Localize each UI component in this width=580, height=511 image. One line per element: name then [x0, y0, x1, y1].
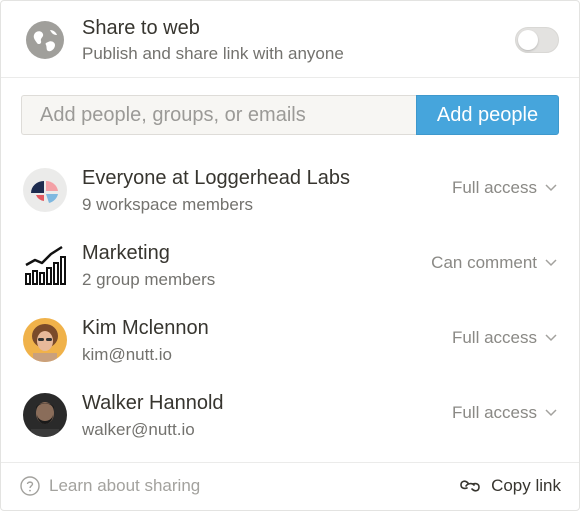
copy-link-label: Copy link	[491, 476, 561, 495]
add-people-button[interactable]: Add people	[416, 95, 559, 135]
share-to-web-toggle[interactable]	[515, 27, 559, 53]
learn-about-sharing-link[interactable]: Learn about sharing	[20, 476, 200, 496]
globe-icon	[26, 21, 64, 59]
share-footer: Learn about sharing Copy link	[1, 462, 579, 511]
member-name: Kim Mclennon	[82, 317, 209, 339]
access-level: Full access	[451, 328, 537, 347]
member-detail: 2 group members	[82, 270, 216, 289]
access-dropdown[interactable]: Full access	[452, 403, 557, 423]
member-name: Everyone at Loggerhead Labs	[82, 167, 350, 189]
access-dropdown[interactable]: Can comment	[431, 253, 557, 273]
link-icon	[460, 480, 480, 492]
member-detail: 9 workspace members	[82, 195, 254, 214]
copy-link-button[interactable]: Copy link	[459, 476, 561, 496]
access-level: Full access	[451, 178, 537, 197]
access-level: Can comment	[431, 253, 537, 272]
member-row: Everyone at Loggerhead Labs 9 workspace …	[1, 152, 579, 227]
member-detail: kim@nutt.io	[82, 345, 173, 364]
member-name: Marketing	[82, 242, 170, 264]
chevron-down-icon	[545, 334, 557, 342]
bar-chart-icon	[23, 243, 67, 287]
share-to-web-subtitle: Publish and share link with anyone	[82, 44, 344, 63]
user-photo	[23, 318, 67, 362]
chevron-down-icon	[545, 184, 557, 192]
member-name: Walker Hannold	[82, 392, 224, 414]
share-panel: Share to web Publish and share link with…	[0, 0, 580, 511]
access-dropdown[interactable]: Full access	[452, 328, 557, 348]
user-photo	[23, 393, 67, 437]
chevron-down-icon	[545, 259, 557, 267]
member-detail: walker@nutt.io	[82, 420, 195, 439]
chevron-down-icon	[545, 409, 557, 417]
share-to-web-title: Share to web	[82, 17, 200, 39]
invite-input[interactable]	[21, 95, 417, 135]
access-level: Full access	[451, 403, 537, 422]
share-to-web-row: Share to web Publish and share link with…	[1, 1, 579, 78]
member-row: Kim Mclennon kim@nutt.io Full access	[1, 302, 579, 377]
member-row: Walker Hannold walker@nutt.io Full acces…	[1, 377, 579, 452]
access-dropdown[interactable]: Full access	[452, 178, 557, 198]
learn-about-sharing-label: Learn about sharing	[49, 476, 201, 495]
toggle-knob	[518, 30, 538, 50]
workspace-logo	[23, 168, 67, 212]
member-row: Marketing 2 group members Can comment	[1, 227, 579, 302]
help-icon	[20, 476, 40, 496]
